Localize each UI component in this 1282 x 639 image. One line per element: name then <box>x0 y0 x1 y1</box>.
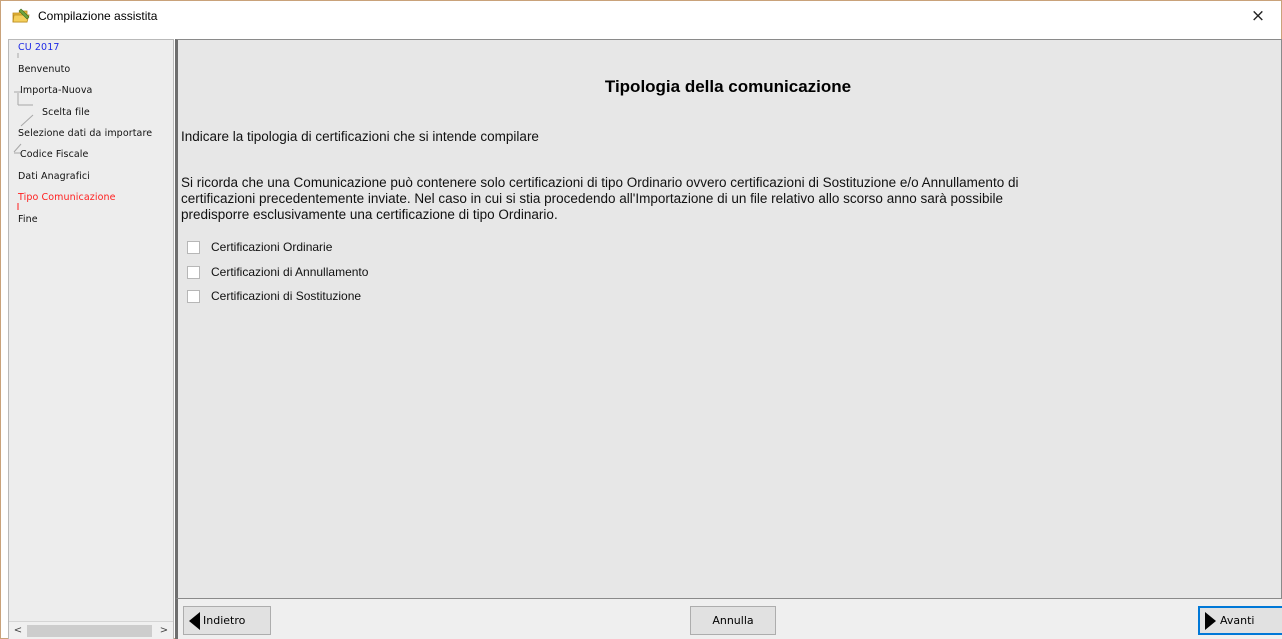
scroll-right-icon[interactable]: > <box>156 624 172 638</box>
tree-item-tipo-comunicazione[interactable]: Tipo Comunicazione <box>18 192 116 203</box>
folder-pencil-icon <box>12 8 30 23</box>
horizontal-scrollbar[interactable]: < > <box>9 621 173 639</box>
title-bar[interactable]: Compilazione assistita × <box>1 1 1281 31</box>
note-line-2: certificazioni precedentemente inviate. … <box>181 191 1004 206</box>
tree-item-dati-anagrafici[interactable]: Dati Anagrafici <box>18 171 90 182</box>
option-label: Certificazioni Ordinarie <box>211 240 333 254</box>
tree-item-codice-fiscale[interactable]: Codice Fiscale <box>20 149 89 160</box>
note-line-3: predisporre esclusivamente una certifica… <box>181 207 558 222</box>
checkbox-sostituzione[interactable] <box>187 289 200 303</box>
note-line-1: Si ricorda che una Comunicazione può con… <box>181 175 1019 190</box>
wizard-steps-tree[interactable]: CU 2017 Benvenuto Importa-Nuova Scelta f… <box>8 39 174 639</box>
arrow-right-icon <box>1205 611 1216 630</box>
checkbox-ordinarie[interactable] <box>187 240 200 254</box>
main-panel: Tipologia della comunicazione Indicare l… <box>175 39 1282 599</box>
option-sostituzione[interactable]: Certificazioni di Sostituzione <box>187 288 361 304</box>
wizard-window: Compilazione assistita × CU 2017 Benvenu… <box>0 0 1282 639</box>
note-text: Si ricorda che una Comunicazione può con… <box>181 175 1261 223</box>
option-ordinarie[interactable]: Certificazioni Ordinarie <box>187 239 332 255</box>
option-label: Certificazioni di Sostituzione <box>211 289 362 303</box>
option-annullamento[interactable]: Certificazioni di Annullamento <box>187 264 368 280</box>
next-button-label: Avanti <box>1220 614 1255 627</box>
close-icon: × <box>1250 6 1266 26</box>
tree-item-benvenuto[interactable]: Benvenuto <box>18 64 70 75</box>
page-title: Tipologia della comunicazione <box>604 77 852 96</box>
tree-item-importa-nuova[interactable]: Importa-Nuova <box>20 85 92 96</box>
navigation-bar: Indietro Annulla Avanti <box>175 599 1282 639</box>
cancel-button[interactable]: Annulla <box>690 606 776 635</box>
checkbox-annullamento[interactable] <box>187 265 200 279</box>
cancel-button-label: Annulla <box>712 614 754 627</box>
tree-item-scelta-file[interactable]: Scelta file <box>42 107 90 118</box>
scroll-thumb[interactable] <box>27 625 152 637</box>
arrow-left-icon <box>189 611 200 630</box>
intro-text: Indicare la tipologia di certificazioni … <box>181 129 539 144</box>
option-label: Certificazioni di Annullamento <box>211 265 369 279</box>
back-button-label: Indietro <box>203 614 246 627</box>
tree-view: CU 2017 Benvenuto Importa-Nuova Scelta f… <box>9 40 173 620</box>
tree-item-fine[interactable]: Fine <box>18 214 38 225</box>
close-button[interactable]: × <box>1235 1 1281 31</box>
window-title: Compilazione assistita <box>38 9 158 23</box>
tree-item-selezione-dati[interactable]: Selezione dati da importare <box>18 128 152 139</box>
back-button[interactable]: Indietro <box>183 606 271 635</box>
scroll-left-icon[interactable]: < <box>10 624 26 638</box>
next-button[interactable]: Avanti <box>1198 606 1282 635</box>
tree-item-cu-2017[interactable]: CU 2017 <box>18 42 59 53</box>
